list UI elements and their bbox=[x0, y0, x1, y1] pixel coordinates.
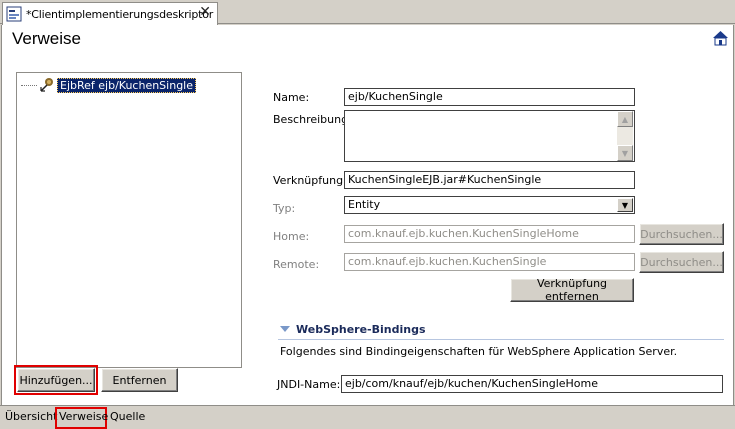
jndi-label: JNDI-Name: bbox=[277, 378, 341, 391]
scroll-up-icon[interactable]: ▲ bbox=[617, 111, 633, 127]
editor-tab-bar: *Clientimplementierungsdeskriptor ✕ bbox=[0, 0, 735, 25]
section-description: Folgendes sind Bindingeigenschaften für … bbox=[280, 345, 678, 358]
editor-tab-label: *Clientimplementierungsdeskriptor bbox=[26, 7, 214, 21]
type-select-value: Entity bbox=[348, 198, 381, 211]
browse-home-button[interactable]: Durchsuchen... bbox=[639, 223, 724, 245]
page-tab-bar: Übersicht Verweise Quelle bbox=[0, 405, 735, 429]
home-label: Home: bbox=[273, 230, 310, 243]
browse-remote-button[interactable]: Durchsuchen... bbox=[639, 251, 724, 273]
name-label: Name: bbox=[273, 91, 310, 104]
references-form: Verweise EjbRef ejb/KuchenSingle Name: e… bbox=[1, 25, 734, 405]
ejb-reference-icon bbox=[39, 77, 55, 93]
remove-link-button[interactable]: Verknüpfung entfernen bbox=[510, 277, 634, 303]
tab-references[interactable]: Verweise bbox=[59, 410, 108, 423]
add-button[interactable]: Hinzufügen... bbox=[17, 368, 95, 392]
type-select[interactable]: Entity ▼ bbox=[344, 196, 635, 214]
section-divider bbox=[278, 339, 724, 340]
tree-connector bbox=[21, 84, 37, 86]
close-icon[interactable]: ✕ bbox=[199, 4, 211, 20]
tree-item-label: EjbRef ejb/KuchenSingle bbox=[57, 77, 196, 93]
home-field: com.knauf.ejb.kuchen.KuchenSingleHome bbox=[344, 225, 635, 243]
name-field[interactable]: ejb/KuchenSingle bbox=[344, 88, 635, 106]
chevron-down-icon[interactable]: ▼ bbox=[617, 198, 633, 212]
home-icon[interactable] bbox=[712, 30, 729, 46]
section-title[interactable]: WebSphere-Bindings bbox=[296, 323, 426, 336]
section-twisty-icon[interactable] bbox=[280, 326, 290, 332]
references-tree[interactable]: EjbRef ejb/KuchenSingle bbox=[16, 72, 242, 368]
remote-field: com.knauf.ejb.kuchen.KuchenSingle bbox=[344, 253, 635, 271]
scroll-down-icon[interactable]: ▼ bbox=[617, 145, 633, 161]
remove-button[interactable]: Entfernen bbox=[101, 368, 178, 392]
link-label: Verknüpfung: bbox=[273, 174, 347, 187]
jndi-field[interactable]: ejb/com/knauf/ejb/kuchen/KuchenSingleHom… bbox=[341, 375, 723, 393]
description-label: Beschreibung: bbox=[273, 113, 352, 126]
tab-overview[interactable]: Übersicht bbox=[5, 410, 57, 423]
remote-label: Remote: bbox=[273, 258, 320, 271]
description-scrollbar[interactable]: ▲ ▼ bbox=[617, 111, 633, 161]
page-title: Verweise bbox=[12, 29, 81, 48]
link-field[interactable]: KuchenSingleEJB.jar#KuchenSingle bbox=[344, 171, 635, 189]
deployment-descriptor-icon bbox=[6, 6, 22, 22]
type-label: Typ: bbox=[273, 202, 296, 215]
description-field[interactable] bbox=[344, 110, 635, 162]
editor-tab[interactable]: *Clientimplementierungsdeskriptor ✕ bbox=[2, 2, 218, 25]
tab-source[interactable]: Quelle bbox=[110, 410, 145, 423]
tree-item[interactable]: EjbRef ejb/KuchenSingle bbox=[21, 77, 196, 93]
